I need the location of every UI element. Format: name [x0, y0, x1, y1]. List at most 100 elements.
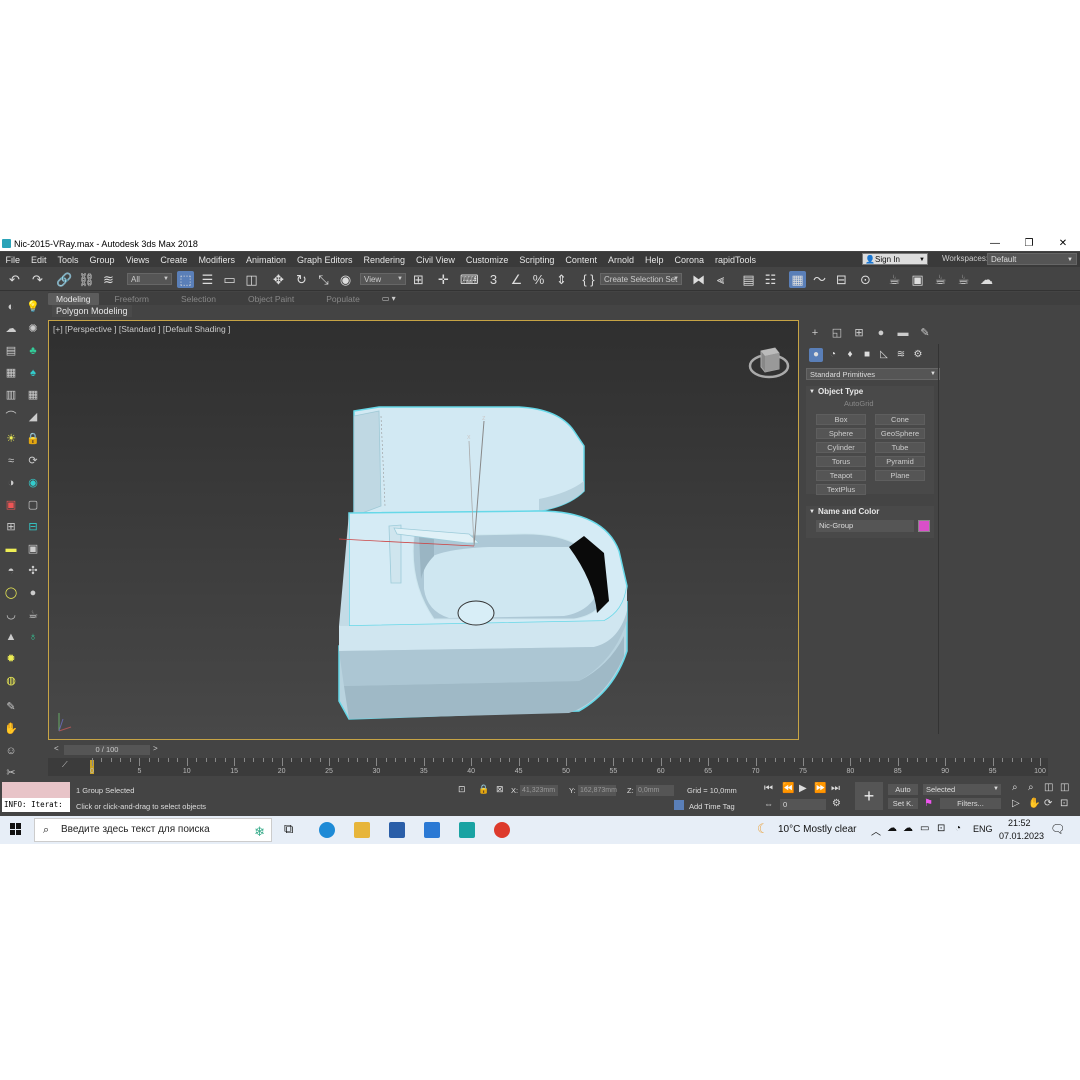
- display-tab-icon[interactable]: ▬: [895, 326, 911, 340]
- place-icon[interactable]: ◉: [337, 271, 354, 288]
- pattern-icon[interactable]: ✣: [26, 564, 40, 578]
- angle-snap-icon[interactable]: ∠: [508, 271, 525, 288]
- helpers-icon[interactable]: ◺: [877, 348, 891, 362]
- object-name-field[interactable]: Nic-Group: [816, 520, 914, 532]
- tab-populate[interactable]: Populate: [318, 293, 368, 305]
- orb-icon[interactable]: ◍: [4, 674, 18, 688]
- primitive-type-dropdown[interactable]: Standard Primitives ▼: [806, 368, 940, 380]
- tray-chevron-icon[interactable]: ︿: [871, 823, 881, 838]
- battery-icon[interactable]: ▭: [920, 823, 929, 834]
- menu-customize[interactable]: Customize: [460, 255, 514, 265]
- plane-button[interactable]: Plane: [875, 470, 925, 481]
- link-icon[interactable]: 🔗: [56, 271, 73, 288]
- restore-button[interactable]: ❐: [1012, 236, 1046, 251]
- hand-icon[interactable]: ✋: [4, 722, 18, 736]
- spinner-snap-icon[interactable]: ⇕: [553, 271, 570, 288]
- systems-icon[interactable]: ⚙: [911, 348, 925, 362]
- current-frame-field[interactable]: 0: [780, 799, 826, 810]
- maxscript-output[interactable]: INFO: Iterat:: [2, 798, 70, 812]
- percent-snap-icon[interactable]: %: [530, 271, 547, 288]
- unlink-icon[interactable]: ⛓: [78, 271, 95, 288]
- mirror-icon[interactable]: ⧓: [690, 271, 707, 288]
- selection-filter-dropdown[interactable]: All ▼: [127, 273, 172, 285]
- stairs-icon[interactable]: ◢: [26, 410, 40, 424]
- zoom-icon[interactable]: ⌕: [1012, 782, 1018, 793]
- orbit-icon[interactable]: ⟳: [1044, 798, 1052, 809]
- flask-icon[interactable]: ▲: [4, 630, 18, 644]
- script-icon[interactable]: ✎: [4, 700, 18, 714]
- add-time-tag-button[interactable]: Add Time Tag: [689, 802, 735, 811]
- key-filters-button[interactable]: Filters...: [940, 798, 1001, 809]
- menu-rapidtools[interactable]: rapidTools: [710, 255, 762, 265]
- perspective-viewport[interactable]: [+] [Perspective ] [Standard ] [Default …: [48, 320, 799, 740]
- tab-modeling[interactable]: Modeling: [48, 292, 99, 305]
- render-setup-icon[interactable]: ☕: [886, 271, 903, 288]
- curve-icon[interactable]: ⌒: [4, 410, 18, 424]
- maximize-viewport-icon[interactable]: ⊡: [1060, 798, 1068, 809]
- shapes-icon[interactable]: ◔: [826, 348, 840, 362]
- cylinder-button[interactable]: Cylinder: [816, 442, 866, 453]
- snaps-toggle-icon[interactable]: 3: [485, 271, 502, 288]
- network-icon[interactable]: ⊡: [937, 823, 945, 834]
- render-iterative-icon[interactable]: ☕: [955, 271, 972, 288]
- microsoft-store-icon[interactable]: [389, 822, 405, 838]
- menu-views[interactable]: Views: [120, 255, 155, 265]
- hierarchy-tab-icon[interactable]: ⊞: [851, 326, 867, 340]
- cone-button[interactable]: Cone: [875, 414, 925, 425]
- menu-corona[interactable]: Corona: [669, 255, 710, 265]
- menu-group[interactable]: Group: [84, 255, 120, 265]
- layer-explorer-icon[interactable]: ☷: [762, 271, 779, 288]
- object-type-header[interactable]: Object Type: [806, 386, 934, 398]
- paint-icon[interactable]: ◑: [4, 476, 18, 490]
- goto-start-icon[interactable]: ⏮: [764, 783, 773, 794]
- next-key-icon[interactable]: ⏩: [814, 783, 826, 794]
- texture-icon[interactable]: ▣: [26, 542, 40, 556]
- 3dsmax-taskbar-icon[interactable]: [459, 822, 475, 838]
- wifi-icon[interactable]: ◔: [955, 823, 961, 834]
- rectangular-selection-icon[interactable]: ▭: [221, 271, 238, 288]
- play-icon[interactable]: ▶: [799, 783, 807, 794]
- teapot-icon[interactable]: ☕: [26, 608, 40, 622]
- pivot-center-icon[interactable]: ⊞: [410, 271, 427, 288]
- material-editor-icon[interactable]: ⊙: [857, 271, 874, 288]
- set-key-button[interactable]: Set K.: [888, 798, 918, 809]
- timeline[interactable]: ⟋ 0 5 10 15 20 25 30 35 40 45 50 55 60 65 70 75 80 85 90 95…: [48, 758, 1048, 776]
- scale-icon[interactable]: ⤡: [315, 271, 332, 288]
- tube-button[interactable]: Tube: [875, 442, 925, 453]
- sphere-gray-icon[interactable]: ●: [26, 586, 40, 600]
- zoom-extents-all-icon[interactable]: ◫: [1060, 782, 1069, 793]
- schematic-view-icon[interactable]: ⊟: [833, 271, 850, 288]
- torus-button[interactable]: Torus: [816, 456, 866, 467]
- select-manipulate-icon[interactable]: ✛: [435, 271, 452, 288]
- person-icon[interactable]: ☺: [4, 744, 18, 758]
- cameras-icon[interactable]: ■: [860, 348, 874, 362]
- create-tab-icon[interactable]: +: [807, 326, 823, 340]
- wrench-icon[interactable]: ✂: [4, 766, 18, 780]
- tab-selection[interactable]: Selection: [173, 293, 224, 305]
- sphere-button[interactable]: Sphere: [816, 428, 866, 439]
- utilities-tab-icon[interactable]: ✎: [917, 326, 933, 340]
- layers-icon[interactable]: ▤: [4, 344, 18, 358]
- y-coordinate-field[interactable]: 162,873mm: [578, 785, 617, 796]
- scene-canvas[interactable]: z x: [49, 321, 800, 741]
- teapot-button[interactable]: Teapot: [816, 470, 866, 481]
- notifications-icon[interactable]: 🗨: [1050, 822, 1065, 836]
- reference-coordinate-dropdown[interactable]: View ▼: [360, 273, 406, 285]
- motion-tab-icon[interactable]: ●: [873, 326, 889, 340]
- cube-icon[interactable]: ⊟: [26, 520, 40, 534]
- set-key-big-button[interactable]: +: [855, 782, 883, 810]
- modify-tab-icon[interactable]: ◱: [829, 326, 845, 340]
- clock-time[interactable]: 21:52: [1008, 818, 1031, 828]
- bulb-icon[interactable]: ☀: [4, 432, 18, 446]
- chrome-browser-icon[interactable]: [494, 822, 510, 838]
- taskbar-search-box[interactable]: ⌕ Введите здесь текст для поиска ❄: [34, 818, 272, 842]
- menu-modifiers[interactable]: Modifiers: [193, 255, 241, 265]
- menu-create[interactable]: Create: [155, 255, 193, 265]
- command-panel-scrollbar[interactable]: [938, 344, 939, 734]
- maxscript-listener[interactable]: [2, 782, 70, 798]
- menu-content[interactable]: Content: [560, 255, 603, 265]
- box-icon[interactable]: ▢: [26, 498, 40, 512]
- curve-editor-icon[interactable]: 〜: [811, 271, 828, 288]
- absolute-mode-icon[interactable]: ⊠: [496, 784, 504, 795]
- pan-icon[interactable]: ✋: [1028, 798, 1040, 809]
